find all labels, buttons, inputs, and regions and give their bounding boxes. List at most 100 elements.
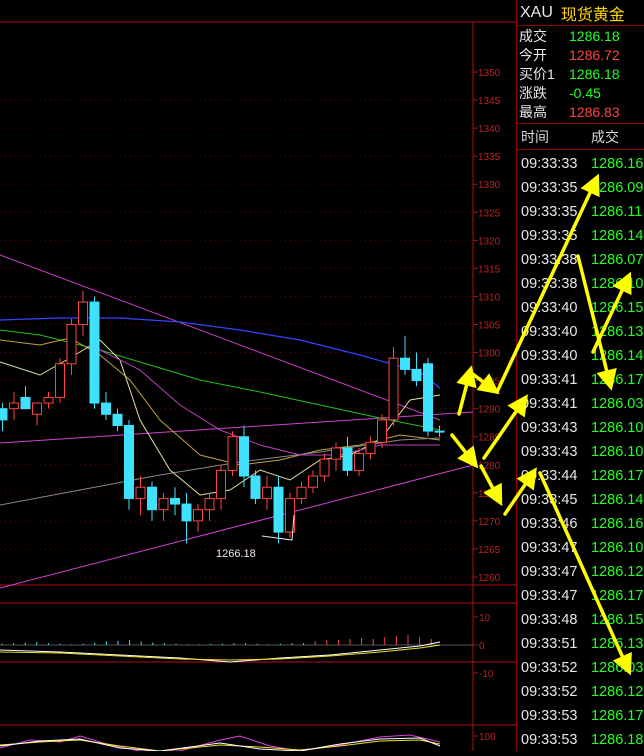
candle-body <box>262 486 272 499</box>
tick-time: 09:33:53 <box>521 732 578 748</box>
candle-body <box>204 497 215 511</box>
tick-price: 1286.12 <box>591 684 644 700</box>
axis-label: 1330 <box>478 180 501 191</box>
trendline-support <box>0 464 474 589</box>
tick-row: 09:33:53 1286.17 <box>517 704 644 728</box>
tick-row: 09:33:44 1286.17 <box>517 464 644 488</box>
candle-body <box>32 402 42 415</box>
candle-body <box>296 486 307 499</box>
tick-time: 09:33:35 <box>521 204 578 220</box>
tick-price: 1286.09 <box>591 180 644 196</box>
tick-row: 09:33:53 1286.18 <box>517 728 644 751</box>
axis-label: 1340 <box>478 124 501 135</box>
candle-body <box>101 402 111 415</box>
candle-body <box>158 497 169 511</box>
tick-time: 09:33:46 <box>521 516 578 532</box>
kline-chart-area[interactable]: 1350 1345 1340 1335 1330 1325 1320 1315 1310 1305… <box>0 0 516 752</box>
candle-body <box>400 357 410 370</box>
axis-label: 1315 <box>478 264 501 275</box>
candle-body <box>388 357 399 421</box>
axis-label: 1260 <box>478 573 501 584</box>
tick-price: 1286.10 <box>591 540 644 556</box>
tick-row: 09:33:46 1286.16 <box>517 512 644 536</box>
candle-body <box>342 447 353 471</box>
tick-time: 09:33:48 <box>521 612 578 628</box>
kline-chart[interactable]: 1350 1345 1340 1335 1330 1325 1320 1315 1310 1305… <box>0 0 516 752</box>
symbol-name: 现货黄金 <box>560 6 625 24</box>
kdj-axis-label: 100 <box>479 732 496 743</box>
tick-list[interactable]: 09:33:33 1286.16 09:33:35 1286.09 09:33:35 12… <box>517 150 644 751</box>
candle-body <box>331 447 341 460</box>
tick-time: 09:33:41 <box>521 372 578 388</box>
trendline-resistance <box>0 254 441 421</box>
tick-price: 1286.15 <box>591 300 644 316</box>
candle-body <box>273 486 284 533</box>
axis-label: 1295 <box>478 377 501 388</box>
tick-row: 09:33:41 1286.17 <box>517 368 644 392</box>
tick-row: 09:33:47 1286.17 <box>517 584 644 608</box>
tick-price: 1286.14 <box>591 492 644 508</box>
tick-price: 1286.13 <box>591 324 644 340</box>
candle-body <box>112 413 123 426</box>
candle-body <box>135 486 146 499</box>
quote-value: 1286.18 <box>569 65 620 82</box>
quote-label: 今开 <box>519 46 547 63</box>
symbol-header[interactable]: XAU 现货黄金 <box>517 0 644 26</box>
candle-body <box>181 503 192 522</box>
axis-label: 1270 <box>478 517 501 528</box>
quote-label: 最高 <box>519 103 547 120</box>
tick-price: 1286.12 <box>591 564 644 580</box>
tick-price: 1286.17 <box>591 468 644 484</box>
axis-label: 1285 <box>478 433 501 444</box>
tick-time: 09:33:35 <box>521 180 578 196</box>
candle-body <box>9 402 19 410</box>
tick-time: 09:33:38 <box>521 276 578 292</box>
tick-price: 1286.17 <box>591 708 644 724</box>
candle-body <box>354 453 364 471</box>
tick-row: 09:33:47 1286.10 <box>517 536 644 560</box>
quote-row: 最高 1286.83 <box>517 102 644 121</box>
candle-body <box>147 486 157 511</box>
tick-price: 1286.10 <box>591 276 644 292</box>
tick-time: 09:33:47 <box>521 540 578 556</box>
tick-row: 09:33:52 1286.03 <box>517 656 644 680</box>
tick-price: 1286.18 <box>591 732 644 748</box>
candle-body <box>239 436 249 477</box>
tick-price: 1286.10 <box>591 444 644 460</box>
axis-label: 1305 <box>478 321 501 332</box>
candle-body <box>227 436 238 471</box>
candle-body <box>55 363 65 398</box>
quote-value: 1286.83 <box>569 103 620 120</box>
tick-row: 09:33:47 1286.12 <box>517 560 644 584</box>
candle-body <box>78 301 88 325</box>
axis-label: 1310 <box>478 292 501 303</box>
candle-body <box>308 475 318 488</box>
tick-time: 09:33:44 <box>521 468 578 484</box>
ticks-header: 时间 成交 <box>517 124 644 150</box>
quote-label: 成交 <box>519 27 547 44</box>
candle-body <box>193 509 203 522</box>
tick-time: 09:33:35 <box>521 228 578 244</box>
tick-row: 09:33:43 1286.10 <box>517 440 644 464</box>
quote-row: 成交 1286.18 <box>517 26 644 45</box>
quote-row: 今开 1286.72 <box>517 45 644 64</box>
quote-row: 涨跌 -0.45 <box>517 83 644 102</box>
quote-panel: XAU 现货黄金 成交 1286.18 今开 1286.72 买价1 1286.18 涨跌 -… <box>516 0 644 751</box>
symbol-code: XAU <box>520 3 553 21</box>
candle-body <box>377 419 387 443</box>
tick-row: 09:33:35 1286.14 <box>517 224 644 248</box>
axis-label: 1275 <box>478 489 501 500</box>
axis-label: 1300 <box>478 349 501 360</box>
candle-body <box>170 497 180 505</box>
tick-time: 09:33:52 <box>521 684 578 700</box>
tick-row: 09:33:33 1286.16 <box>517 152 644 176</box>
tick-row: 09:33:35 1286.09 <box>517 176 644 200</box>
quote-value: -0.45 <box>569 84 601 101</box>
axis-label: 1280 <box>478 461 501 472</box>
tick-price: 1286.17 <box>591 372 644 388</box>
axis-label: 1345 <box>478 96 501 107</box>
tick-row: 09:33:38 1286.10 <box>517 272 644 296</box>
quote-value: 1286.18 <box>569 27 620 44</box>
tick-row: 09:33:51 1286.13 <box>517 632 644 656</box>
macd-axis-label: -10 <box>479 669 494 680</box>
